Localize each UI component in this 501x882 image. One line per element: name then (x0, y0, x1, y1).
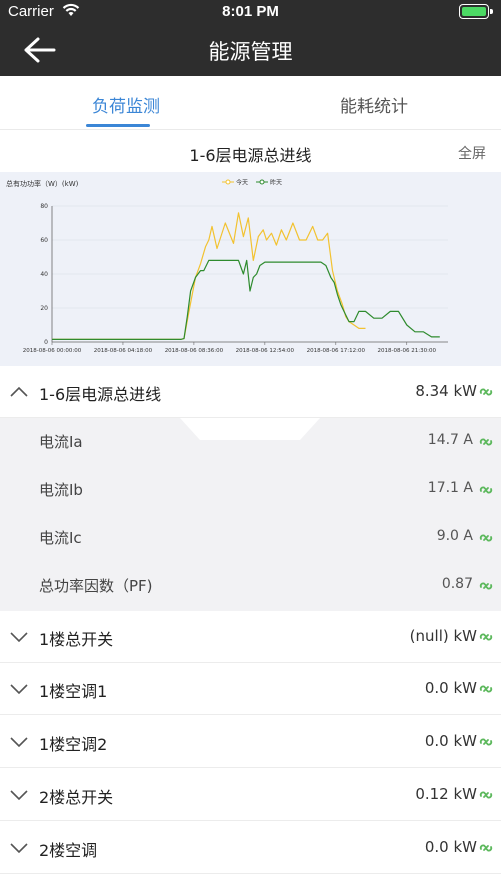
list-item-value: 0.0 kW (424, 732, 477, 750)
sub-row-label: 电流Ic (39, 529, 82, 547)
list-item[interactable]: 2楼空调 0.0 kW (0, 822, 501, 874)
page-title: 能源管理 (208, 40, 293, 64)
link-icon[interactable] (479, 530, 493, 544)
link-icon[interactable] (479, 434, 493, 448)
active-tab-indicator (86, 124, 150, 127)
sub-row-current-ib: 电流Ib 17.1 A (0, 466, 501, 514)
link-icon[interactable] (479, 578, 493, 592)
list-item-value: 0.12 kW (415, 785, 477, 803)
sub-row-label: 总功率因数（PF) (39, 577, 153, 595)
list-item-label: 2楼总开关 (39, 788, 114, 807)
main-circuit-label: 1-6层电源总进线 (39, 385, 162, 404)
power-chart: 总有功功率（W）(kW) 今天 昨天 0 20 40 60 80 2018-08-06 00:0… (0, 172, 501, 366)
list-item-value: (null) kW (409, 627, 477, 645)
chart-header: 1-6层电源总进线 全屏 (0, 130, 501, 172)
list-item-label: 2楼空调 (39, 841, 98, 860)
y-tick-label: 80 (40, 203, 48, 210)
sub-row-current-ia: 电流Ia 14.7 A (0, 418, 501, 466)
sub-row-value: 17.1 A (427, 480, 473, 496)
link-icon[interactable] (479, 629, 493, 643)
chevron-down-icon (10, 681, 28, 695)
status-bar: Carrier 8:01 PM (0, 0, 501, 24)
list-item-label: 1楼空调2 (39, 735, 108, 754)
y-tick-label: 20 (40, 305, 48, 312)
sub-row-value: 14.7 A (427, 432, 473, 448)
link-icon[interactable] (479, 482, 493, 496)
link-icon[interactable] (479, 384, 493, 398)
sub-row-value: 0.87 (441, 576, 473, 592)
link-icon[interactable] (479, 681, 493, 695)
x-tick-label: 2018-08-06 21:30:00 (378, 348, 437, 354)
link-icon[interactable] (479, 787, 493, 801)
list-item-label: 1楼空调1 (39, 682, 108, 701)
main-circuit-row[interactable]: 1-6层电源总进线 8.34 kW (0, 366, 501, 418)
legend-label: 今天 (236, 179, 248, 187)
legend-label: 昨天 (270, 179, 282, 187)
battery-icon (459, 4, 493, 19)
list-item[interactable]: 2楼总开关 0.12 kW (0, 769, 501, 821)
y-axis-label: 总有功功率（W）(kW) (6, 179, 79, 188)
fullscreen-button[interactable]: 全屏 (458, 143, 486, 163)
chart-title: 1-6层电源总进线 (189, 146, 312, 165)
power-line-chart: 总有功功率（W）(kW) 今天 昨天 0 20 40 60 80 2018-08-06 00:0… (6, 179, 448, 354)
series-line-0 (52, 212, 366, 340)
chevron-down-icon (10, 840, 28, 854)
chevron-up-icon (10, 384, 28, 398)
link-icon[interactable] (479, 734, 493, 748)
main-circuit-value: 8.34 kW (415, 382, 477, 400)
list-item[interactable]: 1楼总开关 (null) kW (0, 611, 501, 663)
series-line-1 (52, 259, 440, 340)
legend-marker (259, 179, 265, 185)
link-icon[interactable] (479, 840, 493, 854)
chevron-down-icon (10, 787, 28, 801)
legend-marker (225, 179, 231, 185)
clock: 8:01 PM (222, 3, 279, 20)
x-tick-label: 2018-08-06 12:54:00 (236, 348, 295, 354)
y-tick-label: 60 (40, 237, 48, 244)
list-item-value: 0.0 kW (424, 838, 477, 856)
list-item[interactable]: 1楼空调2 0.0 kW (0, 716, 501, 768)
y-tick-label: 40 (40, 271, 48, 278)
list-item[interactable]: 1楼空调1 0.0 kW (0, 663, 501, 715)
tab-energy-statistics[interactable]: 能耗统计 (294, 92, 454, 117)
x-tick-label: 2018-08-06 08:36:00 (165, 348, 224, 354)
x-tick-label: 2018-08-06 17:12:00 (307, 348, 366, 354)
segment-tabs: 负荷监测 能耗统计 (0, 76, 501, 130)
tab-load-monitoring[interactable]: 负荷监测 (46, 92, 206, 117)
list-item-value: 0.0 kW (424, 679, 477, 697)
chevron-down-icon (10, 734, 28, 748)
x-tick-label: 2018-08-06 00:00:00 (23, 348, 82, 354)
sub-row-current-ic: 电流Ic 9.0 A (0, 514, 501, 562)
sub-row-power-factor: 总功率因数（PF) 0.87 (0, 562, 501, 610)
sub-row-value: 9.0 A (436, 528, 473, 544)
sub-row-label: 电流Ia (39, 433, 83, 451)
list-item-label: 1楼总开关 (39, 630, 114, 649)
y-tick-label: 0 (44, 339, 48, 346)
x-tick-label: 2018-08-06 04:18:00 (94, 348, 153, 354)
sub-row-label: 电流Ib (39, 481, 83, 499)
nav-bar: 能源管理 (0, 24, 501, 76)
chevron-down-icon (10, 629, 28, 643)
